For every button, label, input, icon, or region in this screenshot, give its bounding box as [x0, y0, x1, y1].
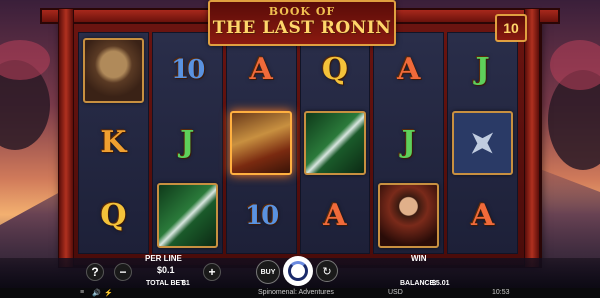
shuriken-symbol-icon — [451, 110, 514, 176]
reel-6: JA — [447, 32, 518, 254]
logo-line2: THE LAST RONIN — [212, 18, 392, 38]
game-logo: BOOK OF THE LAST RONIN — [208, 0, 396, 46]
symbol-a: A — [470, 197, 495, 233]
reel-cell: 10 — [228, 180, 295, 251]
provider-name: Spinomenal: Adventures — [258, 289, 334, 296]
bet-increase-button[interactable]: + — [203, 263, 221, 281]
reel-cell — [154, 180, 221, 251]
reel-cell — [80, 35, 147, 106]
reel-cell: J — [375, 108, 442, 179]
book-symbol-icon — [230, 110, 292, 176]
symbol-j: J — [180, 124, 195, 160]
symbol-j: J — [401, 124, 416, 160]
balance-value: $5.01 — [432, 280, 450, 287]
symbol-q: Q — [321, 52, 348, 88]
symbol-a: A — [323, 197, 347, 233]
sword-symbol-icon — [304, 110, 366, 176]
symbol-q: Q — [100, 197, 127, 233]
reel-cell: K — [80, 108, 147, 179]
helmet-symbol-icon — [82, 37, 145, 103]
sound-icon[interactable]: 🔊 — [92, 289, 101, 297]
currency-label: USD — [388, 289, 403, 296]
per-line-label: PER LINE — [145, 254, 182, 263]
reel-cell: A — [449, 180, 516, 251]
symbol-a: A — [249, 52, 273, 88]
symbol-10: 10 — [244, 200, 279, 231]
symbol-j: J — [475, 52, 490, 88]
pillar-right — [524, 8, 540, 268]
total-bet-value: $1 — [182, 280, 190, 287]
symbol-a: A — [397, 52, 421, 88]
sword-symbol-icon — [156, 183, 218, 249]
reel-1: KQ — [78, 32, 149, 254]
reel-cell: A — [302, 180, 369, 251]
symbol-k: K — [100, 124, 127, 160]
bet-decrease-button[interactable]: − — [114, 263, 132, 281]
reel-4: QA — [299, 32, 371, 254]
win-label: WIN — [411, 254, 427, 263]
warrior-symbol-icon — [378, 183, 440, 249]
spin-icon — [288, 261, 308, 281]
per-line-value: $0.1 — [157, 265, 175, 275]
reel-5: AJ — [373, 32, 445, 254]
status-footer: ≡ 🔊 ⚡ Spinomenal: Adventures USD 10:53 — [0, 288, 600, 298]
buy-bonus-button[interactable]: BUY — [256, 260, 280, 284]
reel-cell: Q — [80, 180, 147, 251]
clock-time: 10:53 — [492, 289, 510, 296]
reel-cell — [227, 107, 295, 179]
symbol-10: 10 — [171, 55, 205, 86]
game-stage: K Q 10 J A 10 Q A A J J A BOOK OF THE LAST RONIN 10… — [0, 0, 600, 298]
reel-cell — [449, 108, 516, 179]
autoplay-button[interactable]: ↻ — [316, 260, 338, 282]
lines-count-badge[interactable]: 10 — [495, 14, 527, 42]
reel-cell: J — [154, 108, 221, 179]
reel-cell — [375, 180, 442, 251]
reel-cell — [302, 108, 369, 179]
pillar-left — [58, 8, 74, 268]
reel-3: A 10 — [225, 32, 297, 254]
reels-grid: K Q 10 J A 10 Q A A J J A — [78, 32, 518, 254]
total-bet-label: TOTAL BET: — [146, 280, 187, 287]
reel-cell: J — [449, 35, 516, 106]
logo-line1: BOOK OF — [268, 5, 336, 18]
turbo-icon[interactable]: ⚡ — [104, 289, 113, 297]
menu-icon[interactable]: ≡ — [80, 289, 84, 296]
reel-2: 10 J — [151, 32, 223, 254]
spin-button[interactable] — [283, 256, 313, 286]
help-button[interactable]: ? — [86, 263, 104, 281]
